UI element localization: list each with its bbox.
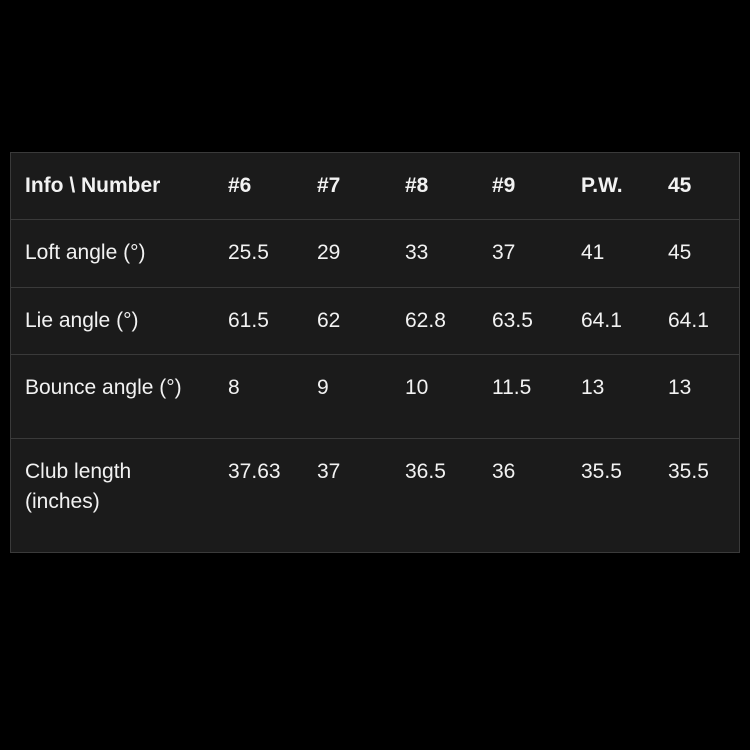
column-header-8: #8 [405, 174, 429, 197]
table-corner-header: Info \ Number [25, 174, 161, 197]
cell-club-length-45: 35.5 [668, 459, 709, 483]
cell-club-length-8: 36.5 [405, 459, 446, 483]
row-label-club-length: Club length (inches) [25, 459, 132, 514]
club-spec-table: Info \ Number #6 #7 #8 #9 P.W. 45 Loft a… [11, 153, 739, 552]
table-header: Info \ Number #6 #7 #8 #9 P.W. 45 [11, 153, 739, 220]
cell-lie-angle-8: 62.8 [405, 308, 446, 332]
page-root: Info \ Number #6 #7 #8 #9 P.W. 45 Loft a… [0, 0, 750, 750]
cell-loft-angle-6: 25.5 [228, 241, 269, 265]
cell-loft-angle-9: 37 [492, 241, 516, 265]
cell-loft-angle-pw: 41 [581, 241, 605, 265]
table-row: Club length (inches) 37.63 37 36.5 36 35… [11, 438, 739, 551]
cell-club-length-9: 36 [492, 459, 516, 483]
cell-bounce-angle-9: 11.5 [492, 376, 532, 400]
cell-bounce-angle-6: 8 [228, 376, 240, 400]
cell-lie-angle-7: 62 [317, 308, 341, 332]
cell-club-length-7: 37 [317, 459, 341, 483]
table-row: Lie angle (°) 61.5 62 62.8 63.5 64.1 64.… [11, 287, 739, 355]
cell-lie-angle-6: 61.5 [228, 308, 269, 332]
cell-bounce-angle-7: 9 [317, 376, 329, 400]
cell-bounce-angle-8: 10 [405, 376, 429, 400]
spec-table-container: Info \ Number #6 #7 #8 #9 P.W. 45 Loft a… [10, 152, 740, 553]
cell-lie-angle-pw: 64.1 [581, 308, 622, 332]
cell-bounce-angle-45: 13 [668, 376, 692, 400]
cell-club-length-pw: 35.5 [581, 459, 622, 483]
cell-loft-angle-8: 33 [405, 241, 429, 265]
cell-club-length-6: 37.63 [228, 459, 281, 483]
cell-lie-angle-9: 63.5 [492, 308, 533, 332]
column-header-pw: P.W. [581, 174, 623, 197]
column-header-7: #7 [317, 174, 341, 197]
row-label-bounce-angle: Bounce angle (°) [25, 376, 182, 400]
table-row: Loft angle (°) 25.5 29 33 37 41 45 [11, 220, 739, 288]
table-body: Loft angle (°) 25.5 29 33 37 41 45 Lie a… [11, 220, 739, 552]
cell-loft-angle-45: 45 [668, 241, 692, 265]
column-header-9: #9 [492, 174, 516, 197]
cell-lie-angle-45: 64.1 [668, 308, 709, 332]
table-row: Bounce angle (°) 8 9 10 11.5 13 13 [11, 355, 739, 439]
row-label-lie-angle: Lie angle (°) [25, 308, 139, 332]
cell-bounce-angle-pw: 13 [581, 376, 605, 400]
cell-loft-angle-7: 29 [317, 241, 341, 265]
column-header-6: #6 [228, 174, 252, 197]
column-header-45: 45 [668, 174, 692, 197]
row-label-loft-angle: Loft angle (°) [25, 241, 146, 265]
table-header-row: Info \ Number #6 #7 #8 #9 P.W. 45 [11, 153, 739, 220]
